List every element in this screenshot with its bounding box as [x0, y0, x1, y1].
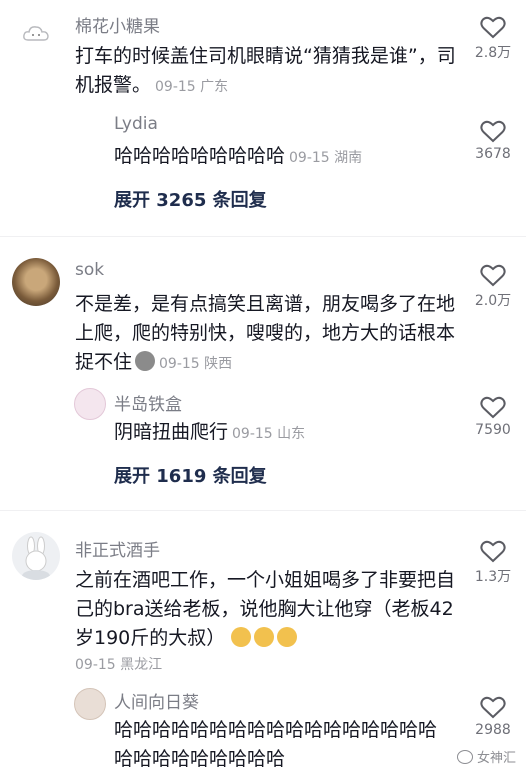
reply-like-button[interactable]: 2988 [468, 696, 518, 738]
comment-username[interactable]: 非正式酒手 [75, 536, 160, 561]
comment-body: 打车的时候盖住司机眼睛说“猜猜我是谁”，司机报警。 [75, 45, 456, 96]
watermark: 女神汇 [456, 747, 516, 766]
comment-username[interactable]: 棉花小糖果 [75, 12, 160, 37]
avatar[interactable] [12, 532, 60, 580]
cloud-icon [23, 26, 49, 41]
comment-item: 非正式酒手 之前在酒吧工作，一个小姐姐喝多了非要把自己的bra送给老板，说他胸大… [0, 512, 526, 776]
heart-icon [480, 396, 506, 419]
reply-text: 阴暗扭曲爬行 09-15 山东 [114, 418, 454, 449]
like-button[interactable]: 1.3万 [468, 540, 518, 586]
reply-text: 哈哈哈哈哈哈哈哈哈 09-15 湖南 [114, 142, 454, 173]
comment-body: 不是差，是有点搞笑且离谱，朋友喝多了在地上爬，爬的特别快，嗖嗖的，地方大的话根本… [75, 293, 456, 373]
heart-icon [480, 16, 506, 39]
reply-avatar[interactable] [74, 388, 106, 420]
rabbit-icon [22, 536, 50, 580]
reply-username[interactable]: 半岛铁盒 [114, 390, 182, 415]
like-count: 2.8万 [474, 45, 512, 61]
reply-body: 哈哈哈哈哈哈哈哈哈 [114, 145, 286, 167]
reply-body: 哈哈哈哈哈哈哈哈哈哈哈哈哈哈哈哈哈哈哈哈哈哈哈哈哈哈 [114, 719, 438, 770]
heart-icon [480, 264, 506, 287]
reply-avatar[interactable] [76, 118, 104, 146]
like-count: 3678 [475, 146, 511, 162]
comment-item: 棉花小糖果 打车的时候盖住司机眼睛说“猜猜我是谁”，司机报警。 09-15 广东 … [0, 0, 526, 240]
like-button[interactable]: 2.0万 [468, 264, 518, 310]
comment-item: sok 不是差，是有点搞笑且离谱，朋友喝多了在地上爬，爬的特别快，嗖嗖的，地方大… [0, 240, 526, 510]
like-button[interactable]: 2.8万 [468, 16, 518, 62]
comment-meta: 09-15 黑龙江 [75, 657, 163, 673]
heart-icon [480, 540, 506, 563]
watermark-text: 女神汇 [476, 751, 516, 766]
expand-replies-button[interactable]: 展开 1619 条回复 [114, 462, 267, 488]
like-count: 2988 [475, 722, 511, 738]
avatar[interactable] [12, 258, 60, 306]
like-count: 2.0万 [474, 293, 512, 309]
reply-username[interactable]: Lydia [114, 114, 158, 134]
reply-text: 哈哈哈哈哈哈哈哈哈哈哈哈哈哈哈哈哈哈哈哈哈哈哈哈哈哈 [114, 716, 454, 774]
face-emoji-icon [254, 627, 275, 647]
like-count: 7590 [475, 422, 511, 438]
reply-meta: 09-15 湖南 [289, 150, 363, 166]
divider [0, 236, 526, 237]
face-emoji-icon [277, 627, 298, 647]
comment-text: 打车的时候盖住司机眼睛说“猜猜我是谁”，司机报警。 09-15 广东 [75, 42, 460, 102]
comment-meta: 09-15 陕西 [159, 356, 233, 372]
reply-like-button[interactable]: 3678 [468, 120, 518, 162]
comment-meta: 09-15 广东 [155, 79, 229, 95]
reply-avatar[interactable] [74, 688, 106, 720]
reply-meta: 09-15 山东 [232, 426, 306, 442]
reply-body: 阴暗扭曲爬行 [114, 421, 229, 443]
face-emoji-icon [231, 627, 252, 647]
comment-text: 之前在酒吧工作，一个小姐姐喝多了非要把自己的bra送给老板，说他胸大让他穿（老板… [75, 566, 460, 653]
divider [0, 510, 526, 511]
wechat-icon [456, 750, 473, 764]
comment-username[interactable]: sok [75, 260, 104, 280]
avatar[interactable] [22, 20, 50, 48]
reply-like-button[interactable]: 7590 [468, 396, 518, 438]
reply-username[interactable]: 人间向日葵 [114, 688, 199, 713]
comment-text: 不是差，是有点搞笑且离谱，朋友喝多了在地上爬，爬的特别快，嗖嗖的，地方大的话根本… [75, 290, 460, 379]
heart-icon [480, 120, 506, 143]
like-count: 1.3万 [474, 569, 512, 585]
heart-icon [480, 696, 506, 719]
expand-replies-button[interactable]: 展开 3265 条回复 [114, 186, 267, 212]
poop-emoji-icon [135, 351, 156, 371]
